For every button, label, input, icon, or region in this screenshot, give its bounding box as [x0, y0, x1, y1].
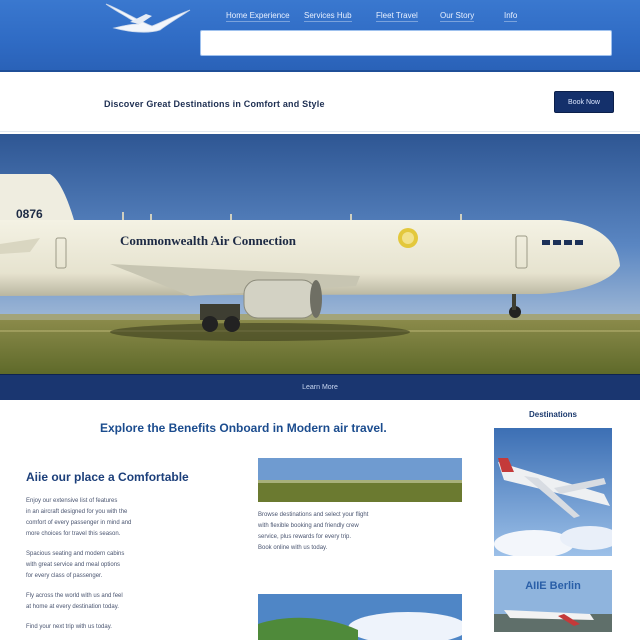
left-paragraph-1: Enjoy our extensive list of features in … — [26, 498, 132, 537]
section-headline: Explore the Benefits Onboard in Modern a… — [100, 421, 387, 435]
airplane-logo-icon[interactable] — [100, 2, 196, 38]
tail-number: 0876 — [16, 207, 43, 221]
left-paragraph-4: Find your next trip with us today. — [26, 624, 112, 630]
middle-column: Browse destinations and select your flig… — [258, 458, 462, 640]
main-nav: Home Experience Services Hub Fleet Trave… — [200, 10, 620, 24]
nav-link-fleet[interactable]: Fleet Travel — [376, 10, 418, 22]
banner-tagline: Discover Great Destinations in Comfort a… — [104, 99, 325, 109]
nav-link-info[interactable]: Info — [504, 10, 518, 22]
sidebar-title: Destinations — [528, 410, 577, 419]
left-column: Aiie our place a Comfortable Enjoy our e… — [26, 470, 232, 640]
middle-paragraph: Browse destinations and select your flig… — [258, 512, 369, 551]
nav-link-services[interactable]: Services Hub — [304, 10, 352, 22]
nav-link-home[interactable]: Home Experience — [226, 10, 290, 22]
runway-thumbnail-image[interactable] — [258, 458, 462, 502]
search-input[interactable] — [200, 30, 612, 56]
left-paragraph-2: Spacious seating and modern cabins with … — [26, 551, 125, 579]
nav-link-story[interactable]: Our Story — [440, 10, 475, 22]
livery-text: Commonwealth Air Connection — [120, 233, 297, 248]
hero-caption[interactable]: Learn More — [0, 384, 640, 391]
sub-banner: Discover Great Destinations in Comfort a… — [0, 86, 640, 132]
site-header: Home Experience Services Hub Fleet Trave… — [0, 0, 640, 72]
left-paragraph-3: Fly across the world with us and feel at… — [26, 593, 123, 610]
landscape-thumbnail-image[interactable] — [258, 594, 462, 640]
berlin-card-title: AIIE Berlin — [525, 580, 581, 592]
left-heading: Aiie our place a Comfortable — [26, 470, 189, 484]
hero-caption-bar: Learn More — [0, 374, 640, 400]
right-sidebar: Destinations AIIE Berlin — [494, 410, 612, 632]
hero-airplane-photo: 0876 Commonwealth Air Connection — [0, 134, 640, 374]
hero-image: 0876 Commonwealth Air Connection — [0, 134, 640, 374]
book-now-button[interactable]: Book Now — [554, 91, 614, 113]
destination-card-image[interactable] — [494, 428, 612, 556]
